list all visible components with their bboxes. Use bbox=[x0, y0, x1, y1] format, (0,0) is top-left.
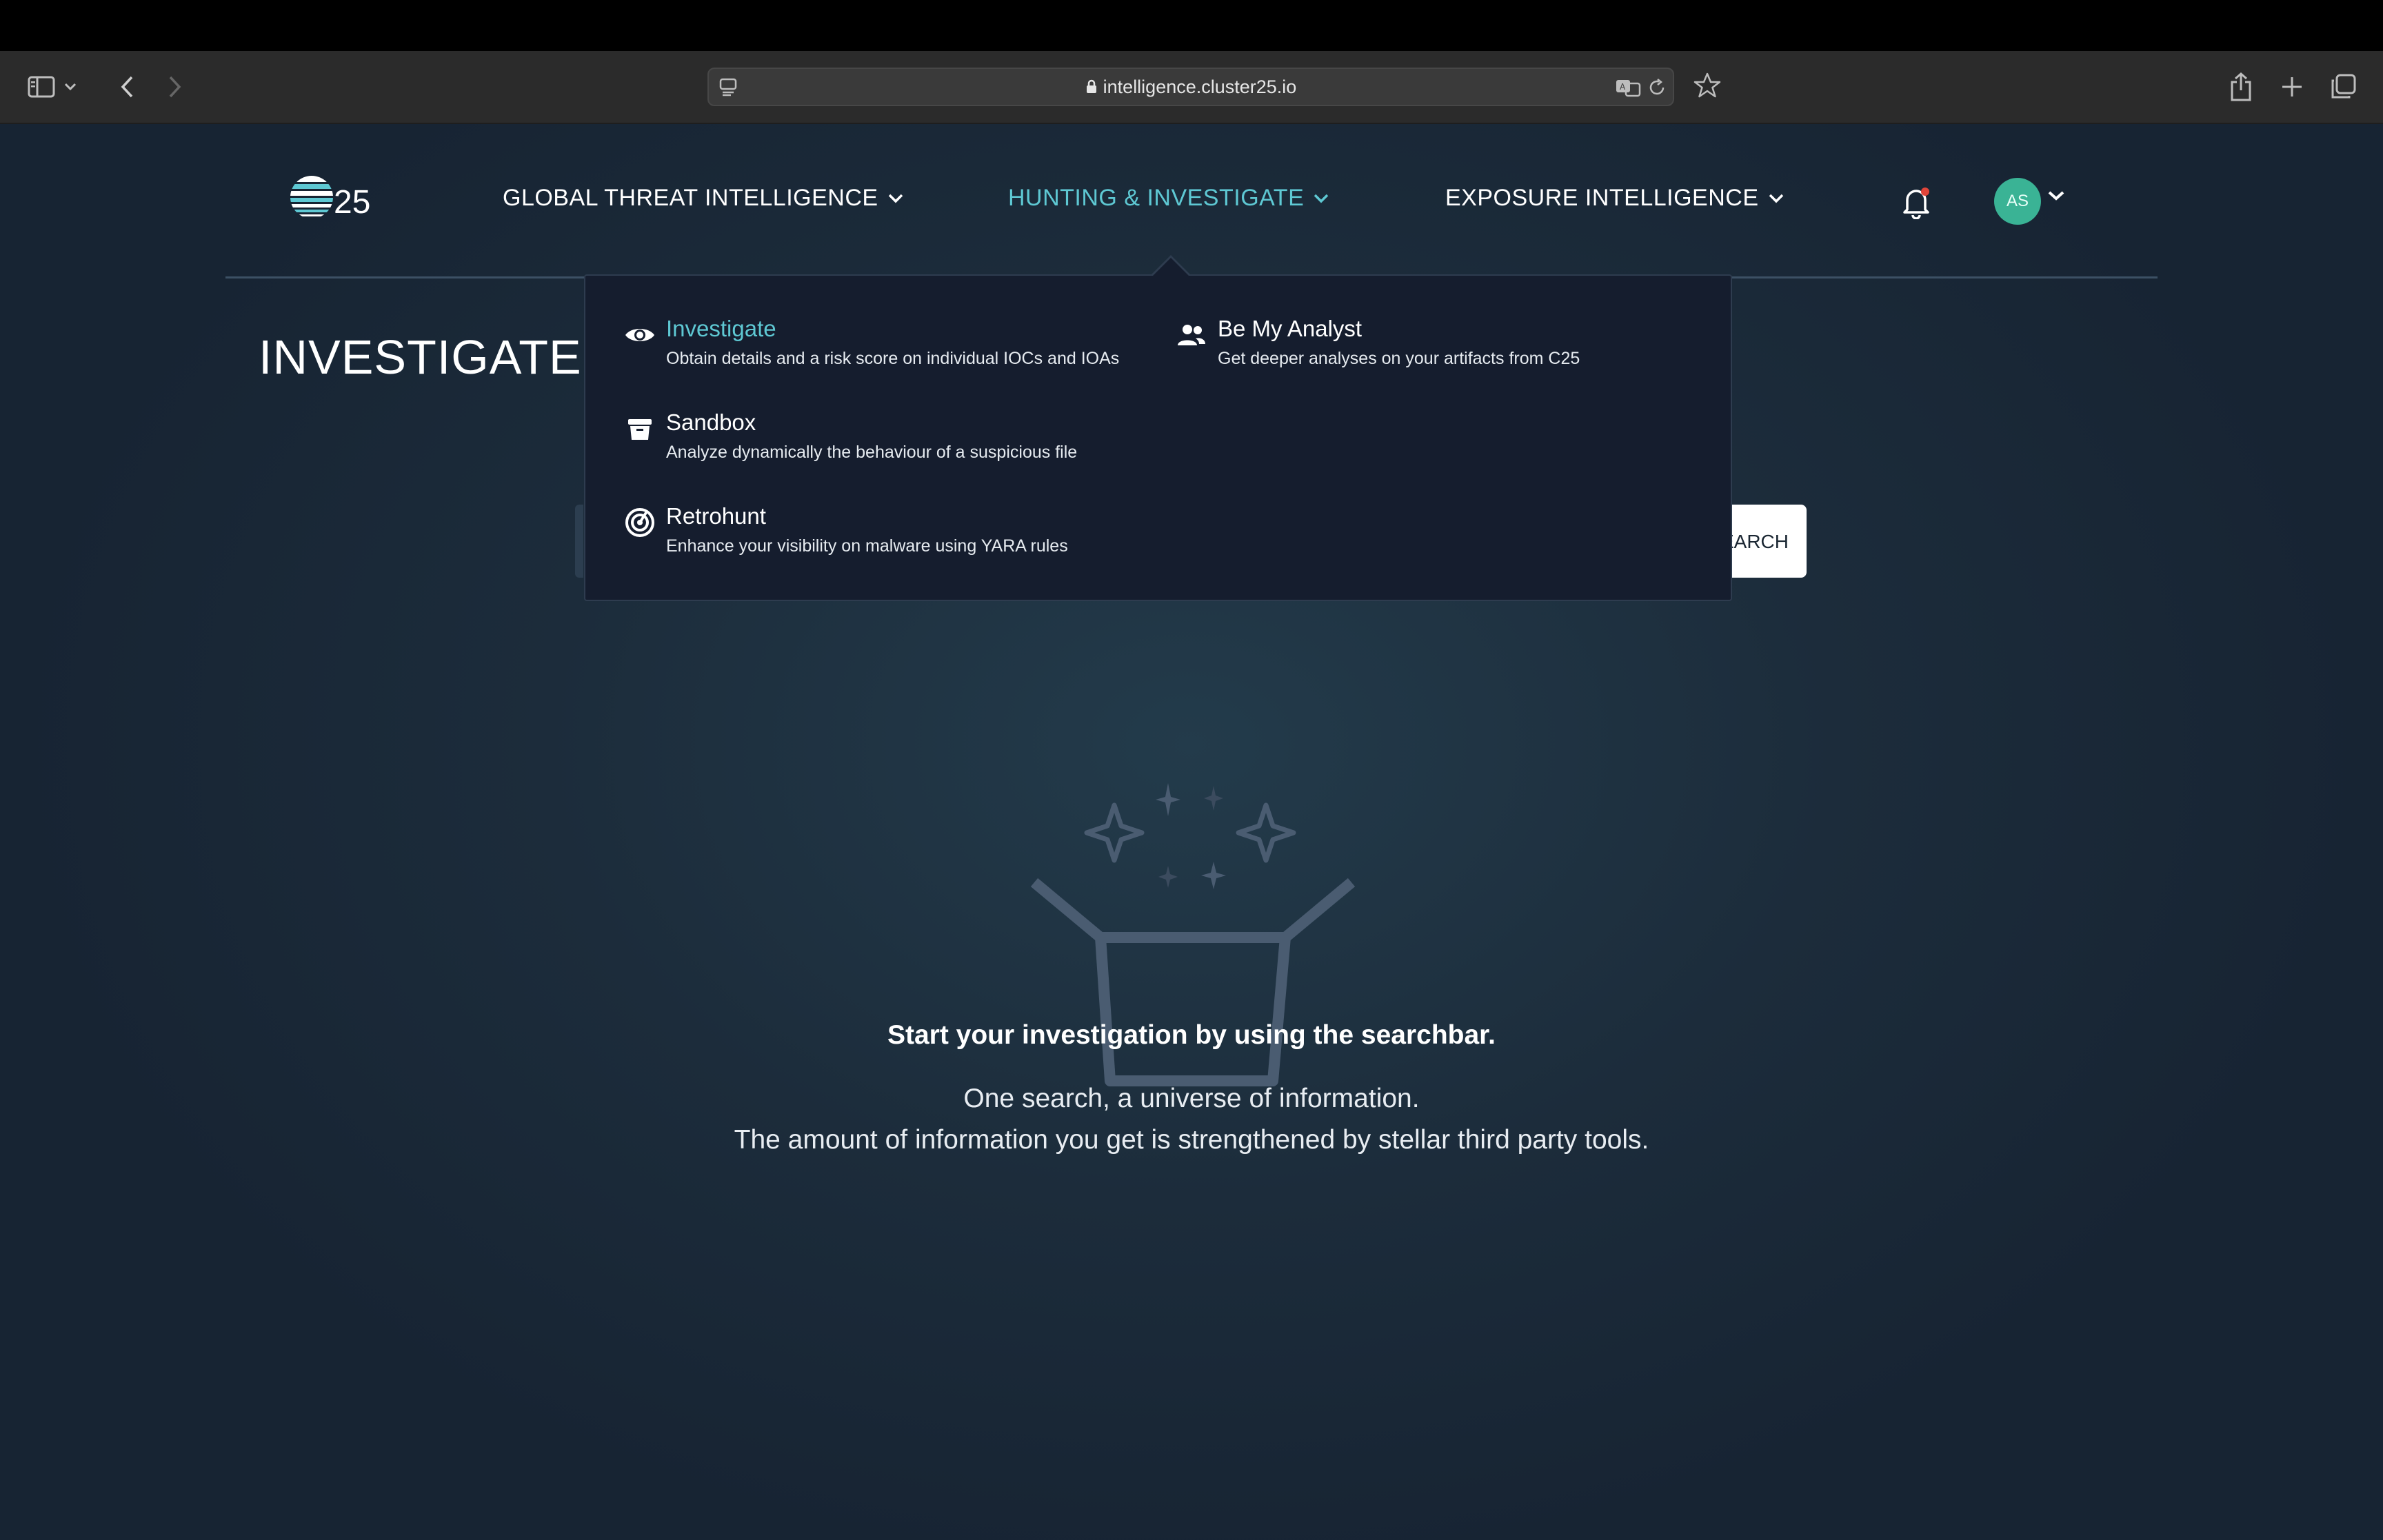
logo-text: 25 bbox=[334, 184, 371, 221]
empty-state-headline: Start your investigation by using the se… bbox=[887, 1020, 1496, 1050]
search-button[interactable]: EARCH bbox=[1727, 505, 1807, 578]
bookmark-star-icon[interactable] bbox=[1693, 72, 1721, 103]
user-menu-chevron-icon[interactable] bbox=[2048, 190, 2064, 205]
nav-hunting-investigate[interactable]: HUNTING & INVESTIGATE bbox=[1008, 185, 1329, 212]
hunting-investigate-dropdown: Investigate Obtain details and a risk sc… bbox=[584, 274, 1732, 601]
users-icon bbox=[1175, 318, 1208, 352]
radar-icon bbox=[623, 506, 656, 539]
url-value: intelligence.cluster25.io bbox=[1103, 77, 1297, 97]
empty-state-line-1: One search, a universe of information. bbox=[963, 1084, 1420, 1113]
box-icon bbox=[623, 412, 656, 445]
page-content: 25 GLOBAL THREAT INTELLIGENCE HUNTING & … bbox=[0, 124, 2383, 1540]
menu-item-description: Obtain details and a risk score on indiv… bbox=[666, 349, 1120, 368]
search-input[interactable] bbox=[575, 505, 583, 578]
os-top-bar bbox=[0, 0, 2383, 51]
search-button-label: EARCH bbox=[1727, 531, 1789, 552]
menu-item-description: Enhance your visibility on malware using… bbox=[666, 536, 1068, 556]
page-title: INVESTIGATE bbox=[259, 330, 582, 384]
user-avatar[interactable]: AS bbox=[1994, 178, 2041, 225]
avatar-initials: AS bbox=[2006, 192, 2029, 210]
eye-icon bbox=[623, 318, 656, 352]
cluster25-logo[interactable]: 25 bbox=[290, 170, 372, 225]
address-bar[interactable]: intelligence.cluster25.io A bbox=[707, 68, 1674, 106]
nav-exposure-intelligence[interactable]: EXPOSURE INTELLIGENCE bbox=[1445, 185, 1784, 212]
menu-item-description: Get deeper analyses on your artifacts fr… bbox=[1218, 349, 1580, 368]
menu-item-title: Sandbox bbox=[666, 409, 756, 435]
chevron-down-icon bbox=[888, 194, 903, 203]
translate-icon[interactable]: A bbox=[1615, 78, 1642, 101]
nav-label: GLOBAL THREAT INTELLIGENCE bbox=[503, 185, 878, 211]
menu-item-description: Analyze dynamically the behaviour of a s… bbox=[666, 443, 1078, 462]
empty-state-line-2: The amount of information you get is str… bbox=[734, 1125, 1649, 1155]
sidebar-toggle-icon[interactable] bbox=[19, 65, 63, 109]
nav-label: EXPOSURE INTELLIGENCE bbox=[1445, 185, 1759, 211]
dropdown-pointer-fill bbox=[1152, 258, 1190, 277]
chevron-down-icon bbox=[1769, 194, 1783, 203]
share-icon[interactable] bbox=[2219, 65, 2263, 109]
notifications-bell-icon[interactable] bbox=[1900, 185, 1932, 220]
nav-label: HUNTING & INVESTIGATE bbox=[1008, 185, 1305, 211]
forward-icon[interactable] bbox=[153, 65, 197, 109]
svg-text:A: A bbox=[1620, 82, 1626, 92]
nav-global-threat-intelligence[interactable]: GLOBAL THREAT INTELLIGENCE bbox=[503, 185, 903, 212]
lock-icon bbox=[1085, 70, 1098, 106]
menu-item-title: Be My Analyst bbox=[1218, 316, 1363, 341]
reload-icon[interactable] bbox=[1648, 79, 1666, 100]
menu-item-title: Retrohunt bbox=[666, 503, 766, 529]
chevron-down-icon bbox=[1314, 194, 1329, 203]
new-tab-icon[interactable] bbox=[2270, 65, 2314, 109]
chevron-down-icon[interactable] bbox=[58, 65, 83, 109]
menu-item-title: Investigate bbox=[666, 316, 776, 341]
url-text: intelligence.cluster25.io bbox=[709, 69, 1673, 105]
tabs-overview-icon[interactable] bbox=[2321, 65, 2365, 109]
back-icon[interactable] bbox=[105, 65, 149, 109]
